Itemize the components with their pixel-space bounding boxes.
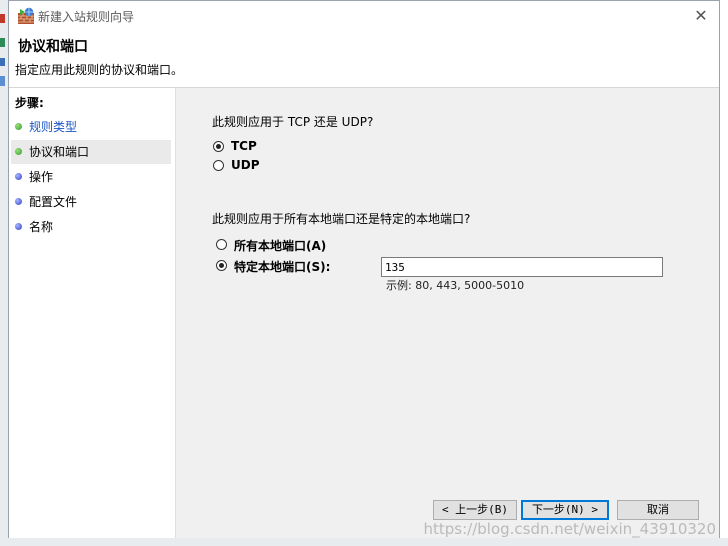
ports-question: 此规则应用于所有本地端口还是特定的本地端口?: [212, 212, 471, 226]
step-label: 配置文件: [29, 195, 78, 209]
step-protocol-ports[interactable]: 协议和端口: [11, 140, 171, 164]
radio-button[interactable]: [213, 160, 224, 171]
firewall-icon: [18, 7, 34, 24]
radio-button[interactable]: [216, 260, 227, 271]
step-status-dot-icon: [15, 123, 22, 130]
content-panel: 此规则应用于 TCP 还是 UDP? TCP UDP 此规则应用于所有本地端口还…: [176, 88, 719, 539]
steps-panel: 步骤: 规则类型 协议和端口 操作 配置文件 名称: [9, 88, 176, 539]
background-edge: [0, 0, 8, 546]
background-icon: [0, 38, 5, 47]
radio-label: UDP: [231, 158, 260, 172]
close-icon[interactable]: ✕: [689, 5, 713, 27]
title-bar: 新建入站规则向导 ✕: [9, 1, 719, 31]
step-label: 操作: [29, 170, 54, 184]
step-status-dot-icon: [15, 198, 22, 205]
page-header: 协议和端口 指定应用此规则的协议和端口。: [9, 31, 719, 88]
radio-label: 所有本地端口(A): [234, 239, 327, 253]
background-icon: [0, 14, 5, 23]
background-icon: [0, 58, 5, 66]
step-label: 规则类型: [29, 120, 78, 134]
radio-button[interactable]: [213, 141, 224, 152]
step-profile: 配置文件: [11, 190, 171, 214]
next-button[interactable]: 下一步(N) >: [521, 500, 609, 520]
step-rule-type[interactable]: 规则类型: [11, 115, 171, 139]
port-input[interactable]: [381, 257, 663, 277]
radio-button[interactable]: [216, 239, 227, 250]
port-example-hint: 示例: 80, 443, 5000-5010: [386, 279, 525, 292]
protocol-question: 此规则应用于 TCP 还是 UDP?: [212, 115, 374, 129]
background-icon: [0, 76, 5, 86]
page-description: 指定应用此规则的协议和端口。: [15, 63, 184, 77]
wizard-window: 新建入站规则向导 ✕ 协议和端口 指定应用此规则的协议和端口。 步骤: 规则类型…: [8, 0, 720, 539]
radio-label: TCP: [231, 139, 257, 153]
step-label: 协议和端口: [29, 145, 90, 159]
step-status-dot-icon: [15, 173, 22, 180]
step-name: 名称: [11, 215, 171, 239]
step-status-dot-icon: [15, 148, 22, 155]
back-button[interactable]: < 上一步(B): [433, 500, 517, 520]
background-edge: [0, 538, 728, 546]
step-label: 名称: [29, 220, 54, 234]
page-title: 协议和端口: [18, 39, 88, 55]
steps-title: 步骤:: [15, 96, 44, 110]
cancel-button[interactable]: 取消: [617, 500, 699, 520]
window-title: 新建入站规则向导: [38, 10, 135, 24]
step-action: 操作: [11, 165, 171, 189]
step-status-dot-icon: [15, 223, 22, 230]
radio-label: 特定本地端口(S):: [234, 260, 331, 274]
watermark: https://blog.csdn.net/weixin_43910320: [423, 520, 716, 538]
